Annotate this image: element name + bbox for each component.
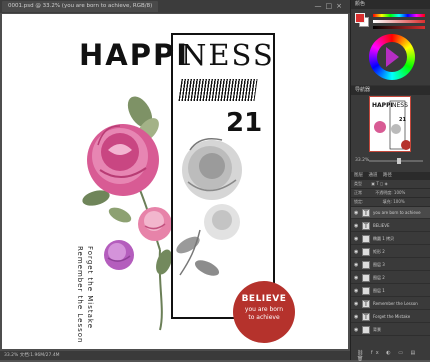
visibility-eye-icon[interactable]: ◉ bbox=[354, 285, 358, 297]
brightness-slider[interactable] bbox=[373, 26, 425, 29]
blend-row: 正常 不透明度: 100% bbox=[351, 189, 430, 198]
layer-list: ◉ Tyou are born to achieve ◉ T BELIEVE ◉ 椭圆 1 … bbox=[351, 207, 430, 347]
text-layer-icon: T bbox=[362, 313, 370, 321]
navigator-preview: HAPPI NESS 21 bbox=[372, 100, 410, 150]
layer-name: Forget the Mistake bbox=[373, 314, 411, 319]
color-panel: 颜色 bbox=[351, 0, 430, 85]
layer-thumbnail bbox=[362, 287, 370, 295]
right-panel-dock: 颜色 导航器 HAPPI NESS 21 33.2% 图层 通道 路径 类型 ▣… bbox=[350, 0, 430, 362]
layer-name: 图层 3 bbox=[373, 262, 385, 267]
navigator-zoom-knob[interactable] bbox=[397, 158, 401, 164]
svg-text:NESS: NESS bbox=[392, 102, 408, 109]
navigator-zoom-slider[interactable] bbox=[369, 158, 423, 164]
layer-name: 背景 bbox=[373, 327, 381, 332]
text-layer-icon: T bbox=[362, 300, 370, 308]
layer-row[interactable]: ◉ 背景 bbox=[351, 324, 430, 336]
navigator-header[interactable]: 导航器 bbox=[351, 86, 430, 95]
badge-title: BELIEVE bbox=[241, 294, 287, 304]
badge-subtitle-1: you are born bbox=[244, 306, 284, 313]
poster-canvas[interactable]: HAPPI NESS 21 Forget the Mistake Remembe… bbox=[2, 14, 348, 349]
color-wheel-center[interactable] bbox=[377, 42, 407, 72]
number-21: 21 bbox=[226, 108, 263, 138]
layer-name: BELIEVE bbox=[373, 223, 390, 228]
tab-paths[interactable]: 路径 bbox=[383, 173, 392, 178]
status-bar: 33.2% 文档:1.96M/27.4M bbox=[0, 351, 350, 360]
layer-name: you are born to achieve bbox=[373, 210, 421, 215]
layer-row[interactable]: ◉ 椭圆 1 拷贝 bbox=[351, 233, 430, 245]
lock-row: 锁定: 填充: 100% bbox=[351, 198, 430, 207]
visibility-eye-icon[interactable]: ◉ bbox=[354, 220, 358, 232]
layer-thumbnail bbox=[362, 326, 370, 334]
layers-tabs: 图层 通道 路径 bbox=[351, 172, 430, 180]
layer-filter-row: 类型 ▣ T ◻ ◈ bbox=[351, 180, 430, 189]
lock-label: 锁定: bbox=[354, 199, 364, 204]
layer-row[interactable]: ◉ T BELIEVE bbox=[351, 220, 430, 232]
saturation-slider[interactable] bbox=[373, 20, 425, 23]
visibility-eye-icon[interactable]: ◉ bbox=[354, 324, 358, 336]
document-tab[interactable]: 0001.psd @ 33.2% (you are born to achiev… bbox=[2, 1, 159, 12]
blend-mode-select[interactable]: 正常 bbox=[354, 190, 362, 195]
navigator-thumbnail[interactable]: HAPPI NESS 21 bbox=[369, 96, 411, 152]
color-wheel[interactable] bbox=[369, 34, 415, 80]
layer-filter-icons[interactable]: ▣ T ◻ ◈ bbox=[371, 181, 387, 186]
navigator-panel: 导航器 HAPPI NESS 21 33.2% bbox=[351, 86, 430, 172]
svg-text:HAPPI: HAPPI bbox=[372, 102, 393, 109]
visibility-eye-icon[interactable]: ◉ bbox=[354, 311, 358, 323]
stripe-pattern bbox=[178, 79, 258, 101]
navigator-zoom-value[interactable]: 33.2% bbox=[355, 158, 369, 163]
color-triangle[interactable] bbox=[386, 47, 399, 67]
layer-row[interactable]: ◉ 图层 1 bbox=[351, 285, 430, 297]
layer-name: 椭圆 1 拷贝 bbox=[373, 236, 395, 241]
window-controls[interactable]: —□× bbox=[315, 1, 346, 12]
document-tab-bar: 0001.psd @ 33.2% (you are born to achiev… bbox=[0, 0, 350, 14]
layer-thumbnail bbox=[362, 261, 370, 269]
visibility-eye-icon[interactable]: ◉ bbox=[354, 246, 358, 258]
text-layer-icon: T bbox=[362, 209, 370, 217]
layer-name: 矩形 2 bbox=[373, 249, 385, 254]
layer-row[interactable]: ◉ Tyou are born to achieve bbox=[351, 207, 430, 219]
layer-name: 图层 2 bbox=[373, 275, 385, 280]
vertical-text-forget: Forget the Mistake bbox=[86, 246, 94, 330]
layer-row[interactable]: ◉ 图层 2 bbox=[351, 272, 430, 284]
title-frame bbox=[171, 33, 275, 319]
color-panel-header[interactable]: 颜色 bbox=[351, 0, 430, 9]
fill-field[interactable]: 填充: 100% bbox=[383, 199, 405, 204]
foreground-swatch[interactable] bbox=[355, 13, 365, 23]
layer-row[interactable]: ◉ 图层 3 bbox=[351, 259, 430, 271]
text-layer-icon: T bbox=[362, 222, 370, 230]
tab-layers[interactable]: 图层 bbox=[354, 173, 363, 178]
layer-name: Remember the Lesson bbox=[373, 301, 418, 306]
visibility-eye-icon[interactable]: ◉ bbox=[354, 233, 358, 245]
visibility-eye-icon[interactable]: ◉ bbox=[354, 259, 358, 271]
visibility-eye-icon[interactable]: ◉ bbox=[354, 298, 358, 310]
vertical-text-remember: Remember the Lesson bbox=[76, 246, 84, 344]
opacity-field[interactable]: 不透明度: 100% bbox=[375, 190, 405, 195]
svg-text:21: 21 bbox=[399, 117, 406, 123]
believe-badge: BELIEVE you are born to achieve bbox=[233, 281, 295, 343]
layer-row[interactable]: ◉ T Remember the Lesson bbox=[351, 298, 430, 310]
layer-kind-select[interactable]: 类型 bbox=[354, 181, 362, 186]
layer-row[interactable]: ◉ T Forget the Mistake bbox=[351, 311, 430, 323]
layer-thumbnail bbox=[362, 274, 370, 282]
layer-name: 图层 1 bbox=[373, 288, 385, 293]
tab-channels[interactable]: 通道 bbox=[368, 173, 377, 178]
layers-panel: 图层 通道 路径 类型 ▣ T ◻ ◈ 正常 不透明度: 100% 锁定: 填充… bbox=[351, 172, 430, 362]
layer-row[interactable]: ◉ 矩形 2 bbox=[351, 246, 430, 258]
layer-thumbnail bbox=[362, 235, 370, 243]
visibility-eye-icon[interactable]: ◉ bbox=[354, 207, 358, 219]
hue-slider[interactable] bbox=[373, 14, 425, 17]
title-ness: NESS bbox=[181, 38, 275, 72]
layer-footer-icons[interactable]: ⛓ fx ◐ ▭ ▤ 🗑 bbox=[357, 350, 430, 362]
layer-thumbnail bbox=[362, 248, 370, 256]
badge-subtitle-2: to achieve bbox=[248, 314, 280, 321]
visibility-eye-icon[interactable]: ◉ bbox=[354, 272, 358, 284]
